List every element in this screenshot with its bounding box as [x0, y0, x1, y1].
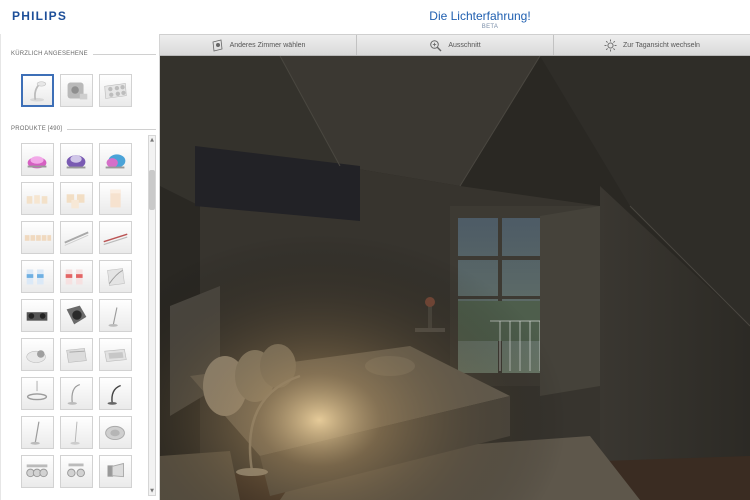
product-thumb[interactable] [99, 455, 132, 488]
desk-lamp-icon [30, 81, 47, 102]
wall-light-icon [26, 350, 46, 363]
change-room-label: Anderes Zimmer wählen [229, 41, 306, 49]
product-thumb[interactable] [60, 455, 93, 488]
floor-lamp-thin-icon [70, 421, 80, 445]
product-thumb[interactable] [60, 299, 93, 332]
product-thumb[interactable] [21, 416, 54, 449]
recent-item-desk-lamp[interactable] [21, 74, 54, 107]
product-thumb[interactable] [60, 377, 93, 410]
recent-item-ceiling-spots[interactable] [99, 74, 132, 107]
product-thumb[interactable] [60, 143, 93, 176]
pendant-ring-icon [26, 380, 48, 401]
product-grid [21, 143, 132, 488]
candle-row-icon [24, 235, 52, 241]
product-thumb[interactable] [21, 299, 54, 332]
triple-spot-icon [26, 464, 48, 478]
zoom-label: Ausschnitt [448, 41, 481, 49]
day-view-button[interactable]: Zur Tagansicht wechseln [554, 35, 750, 55]
zoom-button[interactable]: Ausschnitt [357, 35, 554, 55]
scroll-down-arrow-icon[interactable]: ▼ [149, 487, 155, 495]
product-thumb[interactable] [60, 416, 93, 449]
sun-icon [604, 39, 617, 52]
zoom-icon [429, 39, 442, 52]
product-thumb[interactable] [99, 338, 132, 371]
spotlight-round-icon [66, 305, 87, 325]
product-thumb[interactable] [99, 416, 132, 449]
view-toolbar: Anderes Zimmer wählen Ausschnitt Zur Tag… [160, 34, 750, 56]
product-thumb[interactable] [99, 182, 132, 215]
product-thumb[interactable] [99, 377, 132, 410]
arc-lamp-dark-icon [107, 384, 121, 405]
light-strip-icon [103, 233, 128, 246]
products-section-title: PRODUKTE [490] [11, 126, 156, 132]
change-room-button[interactable]: Anderes Zimmer wählen [160, 35, 357, 55]
bedroom-scene-image [160, 56, 750, 500]
product-thumb[interactable] [60, 338, 93, 371]
product-thumb[interactable] [99, 143, 132, 176]
floor-lamp-tall-icon [30, 421, 40, 445]
light-bar-icon [64, 231, 89, 246]
divider [92, 53, 156, 55]
livingcolors-pink-icon [27, 156, 47, 169]
colored-candles-red-icon [65, 269, 83, 285]
product-thumb[interactable] [21, 182, 54, 215]
app-title: Die Lichterfahrung! [429, 9, 531, 23]
room-render-viewport[interactable] [160, 56, 750, 500]
product-thumb[interactable] [99, 260, 132, 293]
sidebar: KÜRZLICH ANGESEHENE PRODUKTE [490] ▲ ▼ [0, 34, 160, 500]
divider [67, 128, 156, 130]
wall-spot-icon [67, 82, 88, 100]
ceiling-panel-icon [104, 349, 127, 362]
candle-cluster-icon [66, 194, 85, 209]
spotlight-black-icon [26, 312, 48, 321]
recent-section-title: KÜRZLICH ANGESEHENE [11, 51, 156, 57]
product-thumb[interactable] [99, 221, 132, 254]
product-thumb[interactable] [21, 143, 54, 176]
philips-logo[interactable]: PHILIPS [12, 9, 67, 23]
product-thumb[interactable] [21, 221, 54, 254]
livingcolors-blue-icon [105, 154, 126, 169]
product-thumb[interactable] [60, 260, 93, 293]
products-section-label: PRODUKTE [490] [11, 126, 63, 132]
product-thumb[interactable] [21, 338, 54, 371]
product-thumb[interactable] [99, 299, 132, 332]
product-thumb[interactable] [21, 377, 54, 410]
colored-candles-blue-icon [26, 269, 44, 285]
single-spot-icon [107, 462, 124, 478]
ceiling-spots-icon [104, 83, 127, 99]
arc-lamp-icon [67, 383, 81, 405]
beta-label: BETA [481, 24, 499, 30]
cube-lamp-icon [107, 268, 125, 286]
candle-tall-icon [110, 189, 121, 208]
scroll-up-arrow-icon[interactable]: ▲ [149, 136, 155, 144]
recent-item-wall-spot[interactable] [60, 74, 93, 107]
product-thumb[interactable] [21, 455, 54, 488]
header-bar: PHILIPS Die Lichterfahrung! BETA [0, 0, 750, 34]
recent-section-label: KÜRZLICH ANGESEHENE [11, 51, 88, 57]
room-pin-icon [211, 39, 224, 52]
product-thumb[interactable] [21, 260, 54, 293]
product-thumb[interactable] [60, 221, 93, 254]
livingcolors-purple-icon [66, 155, 86, 169]
box-fixture-icon [66, 348, 87, 363]
product-scrollbar[interactable]: ▲ ▼ [148, 135, 156, 496]
scroll-thumb[interactable] [149, 170, 155, 210]
ceiling-disc-icon [105, 425, 125, 441]
twin-spot-icon [67, 463, 85, 478]
product-thumb[interactable] [60, 182, 93, 215]
day-view-label: Zur Tagansicht wechseln [623, 41, 700, 49]
candle-set-icon [26, 195, 48, 204]
floor-lamp-slim-icon [108, 307, 118, 327]
recent-items [21, 74, 132, 107]
